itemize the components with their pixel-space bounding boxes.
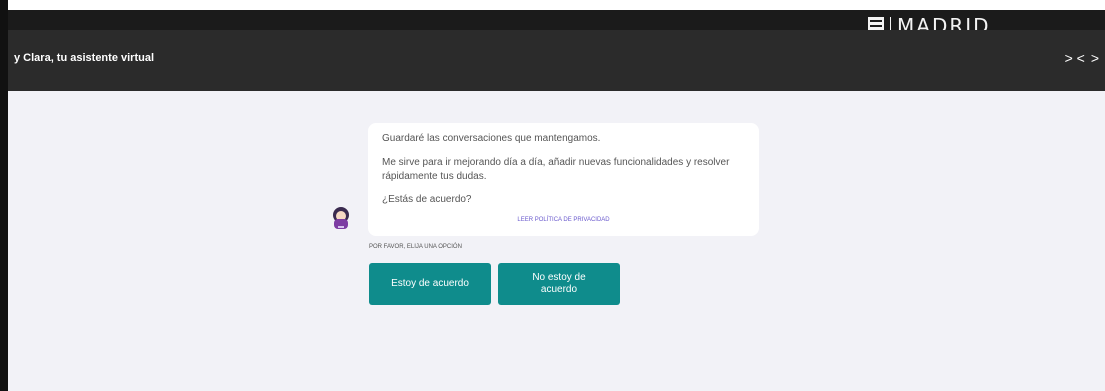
collapse-toggle-button[interactable]: > < [1065,50,1085,66]
brand-separator [890,17,891,30]
agree-button[interactable]: Estoy de acuerdo [369,263,491,305]
chat-area: Guardaré las conversaciones que mantenga… [8,91,1105,391]
chat-title: y Clara, tu asistente virtual [14,52,154,64]
disagree-button[interactable]: No estoy de acuerdo [498,263,620,305]
top-bar: MADRID [8,10,1105,30]
brand-logo: MADRID [868,12,991,30]
madrid-logo-icon [868,17,884,30]
chat-header: y Clara, tu asistente virtual > < > [8,30,1105,91]
header-controls: > < > [1065,50,1099,66]
message-text: Me sirve para ir mejorando día a día, añ… [382,157,730,182]
close-button[interactable]: > [1091,50,1099,66]
message-question: ¿Estás de acuerdo? [382,194,472,205]
message-text: Guardaré las conversaciones que mantenga… [382,133,601,144]
brand-name: MADRID [897,14,991,30]
privacy-policy-link[interactable]: LEER POLÍTICA DE PRIVACIDAD [368,217,759,223]
window-edge [0,0,8,391]
options-prompt: POR FAVOR, ELIJA UNA OPCIÓN [369,244,462,250]
assistant-avatar-icon [333,207,349,229]
assistant-message-bubble: Guardaré las conversaciones que mantenga… [368,123,759,236]
